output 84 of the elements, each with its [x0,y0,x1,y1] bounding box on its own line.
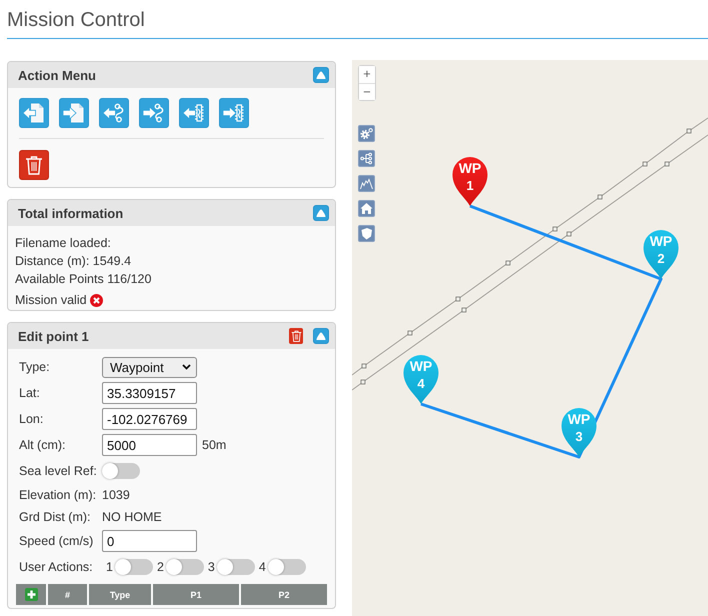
field-label: Alt (cm): [19,438,67,452]
collapse-button[interactable] [313,205,329,221]
trash-icon [25,155,43,175]
field-value: 1039 [102,488,130,502]
table-header-cell: P2 [241,584,327,605]
toggle-switch[interactable] [102,463,140,479]
nodes-right-arrow-button[interactable] [139,98,169,128]
chip-right-arrow-button[interactable] [219,98,249,128]
nodes-tool-button[interactable] [358,150,375,167]
action-number: 1 [106,560,113,574]
field-label: Lon: [19,412,44,426]
nodes-right-arrow-icon [142,101,166,125]
add-icon[interactable] [24,588,38,601]
gear-tool-button[interactable] [358,125,375,142]
shield-icon [360,227,373,240]
action-number: 3 [208,560,215,574]
field-label: Type: [19,360,51,374]
vertex-marker[interactable] [598,194,602,200]
gear-icon [360,127,373,140]
toggle-switch[interactable] [216,559,255,575]
field-label: Elevation (m): [19,488,98,502]
info-text: Filename loaded: [15,235,112,252]
chevron-down-icon [182,364,191,370]
field-label: Lat: [19,386,41,400]
table-header-cell: Type [89,584,151,605]
delete-point-button[interactable] [289,328,303,344]
waypoint-marker[interactable]: WP 1 [452,157,488,206]
chip-left-arrow-button[interactable] [179,98,209,128]
panel-title: Action Menu [18,68,97,82]
text-field[interactable]: -102.0276769 [102,408,197,430]
mountains-icon [360,177,373,190]
panel-title: Edit point 1 [18,328,90,344]
vertex-marker[interactable] [642,162,648,166]
delete-button[interactable] [19,150,49,180]
file-right-arrow-icon [62,101,86,125]
home-tool-button[interactable] [358,200,375,217]
toggle-switch[interactable] [166,559,204,575]
vertex-marker[interactable] [462,308,466,312]
action-number: 2 [156,560,164,574]
file-right-arrow-button[interactable] [59,98,89,128]
vertex-marker[interactable] [360,380,366,384]
triangle-up-icon [316,332,326,340]
field-label: Sea level Ref: [19,464,98,478]
file-left-arrow-button[interactable] [19,98,49,128]
vertex-marker[interactable] [552,226,558,232]
mountains-tool-button[interactable] [358,175,375,192]
text-field[interactable]: 35.3309157 [102,382,197,404]
field-label: Speed (cm/s) [19,534,94,548]
type-dropdown[interactable]: Waypoint [102,356,197,378]
text-field[interactable]: 0 [102,530,197,552]
info-text: Distance (m): 1549.4 [15,253,132,270]
vertex-marker[interactable] [408,330,412,336]
table-header-cell: P1 [153,584,239,605]
nodes-left-arrow-button[interactable] [99,98,129,128]
triangle-up-icon [316,71,326,79]
table-header-cell: # [48,584,87,605]
info-text: Available Points 116/120 [15,271,152,288]
zoom-out-button[interactable]: − [359,83,375,100]
nodes-icon [360,152,373,165]
field-label: User Actions: [19,560,94,574]
shield-tool-button[interactable] [358,225,375,242]
trash-icon [290,330,302,342]
vertex-marker[interactable] [362,364,366,368]
vertex-marker[interactable] [566,232,572,236]
panel-title: Total information [18,206,124,220]
file-left-arrow-icon [22,101,46,125]
vertex-marker[interactable] [664,162,670,166]
toggle-switch[interactable] [114,559,153,575]
status-label: Mission valid [15,292,87,309]
text-field[interactable]: 5000 [102,434,197,456]
home-icon [360,202,373,215]
triangle-up-icon [316,209,326,217]
collapse-button[interactable] [313,67,329,83]
vertex-marker[interactable] [506,260,510,266]
action-number: 4 [258,560,266,574]
vertex-marker[interactable] [456,296,460,302]
field-label: Grd Dist (m): [19,510,92,524]
nodes-left-arrow-icon [102,101,126,125]
collapse-button[interactable] [313,328,329,344]
page-title: Mission Control [7,8,145,32]
vertex-marker[interactable] [686,128,692,134]
field-value: NO HOME [102,510,162,524]
toggle-switch[interactable] [268,559,306,575]
unit-label: 50m [202,438,226,452]
